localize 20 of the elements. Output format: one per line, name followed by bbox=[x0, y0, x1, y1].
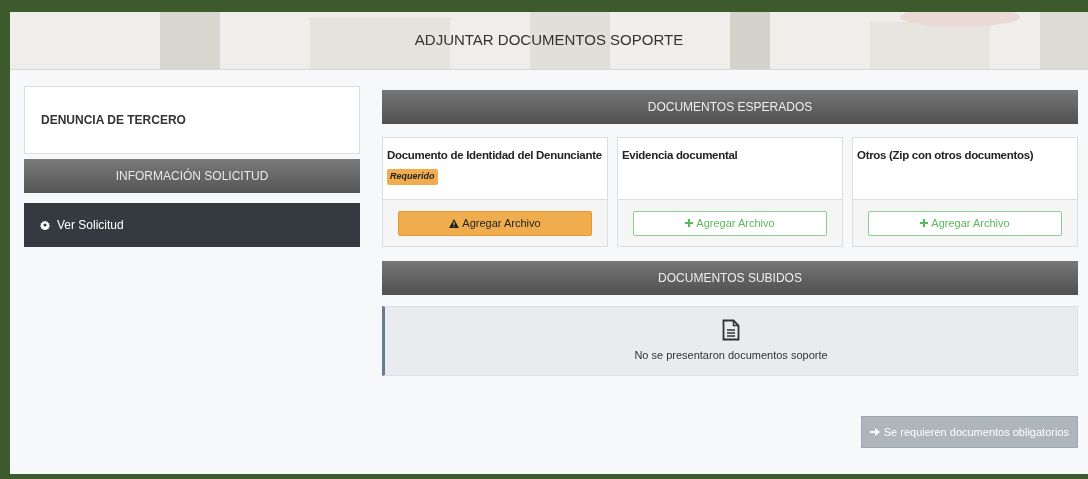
document-name: Documento de Identidad del Denunciante bbox=[387, 148, 602, 163]
document-name: Evidencia documental bbox=[622, 148, 738, 163]
plus-icon bbox=[920, 219, 929, 227]
section-header: DOCUMENTOS SUBIDOS bbox=[382, 261, 1078, 295]
add-file-button[interactable]: Agregar Archivo bbox=[398, 210, 592, 236]
document-icon bbox=[722, 318, 740, 341]
warning-icon bbox=[449, 218, 460, 228]
section-header: INFORMACIÓN SOLICITUD bbox=[24, 159, 360, 193]
request-type: DENUNCIA DE TERCERO bbox=[41, 113, 186, 127]
section-header: DOCUMENTOS ESPERADOS bbox=[382, 90, 1078, 124]
document-name: Otros (Zip con otros documentos) bbox=[857, 148, 1034, 163]
add-file-button[interactable]: Agregar Archivo bbox=[633, 210, 827, 236]
gear-icon bbox=[40, 220, 50, 230]
sidebar-item[interactable]: Ver Solicitud bbox=[24, 203, 360, 247]
page-title: ADJUNTAR DOCUMENTOS SOPORTE bbox=[414, 30, 684, 51]
empty-message: No se presentaron documentos soporte bbox=[634, 347, 828, 363]
arrow-right-icon bbox=[869, 427, 880, 437]
required-badge: Requerido bbox=[387, 169, 438, 185]
add-file-button[interactable]: Agregar Archivo bbox=[868, 210, 1062, 236]
plus-icon bbox=[685, 219, 694, 227]
